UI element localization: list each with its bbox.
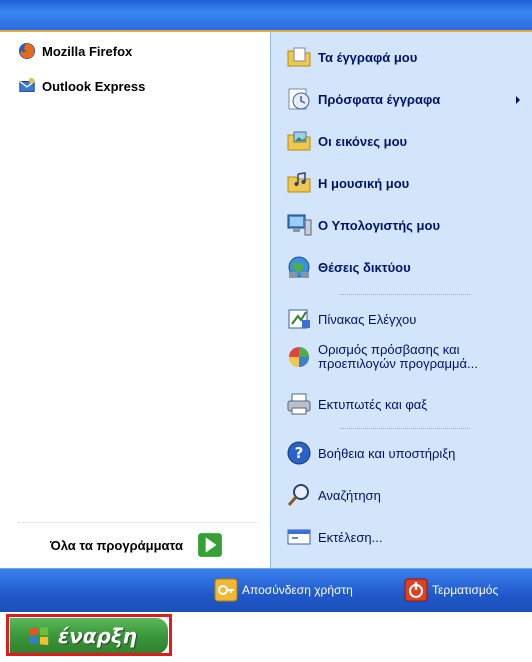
- left-panel: [0, 32, 270, 568]
- right-item-run[interactable]: Εκτέλεση...: [286, 524, 383, 550]
- network-places-icon: [288, 256, 310, 278]
- my-documents-icon: [287, 47, 311, 67]
- right-item-help-support[interactable]: ? Βοήθεια και υποστήριξη: [286, 440, 455, 466]
- program-access-icon: [289, 347, 309, 367]
- svg-text:?: ?: [295, 444, 304, 462]
- right-separator-2: [340, 428, 470, 429]
- right-item-my-music[interactable]: Η μουσική μου: [286, 170, 409, 196]
- submenu-arrow-icon: [516, 96, 520, 104]
- right-item-search[interactable]: Αναζήτηση: [286, 482, 381, 508]
- my-music-icon: [287, 172, 311, 193]
- log-off-label: Αποσύνδεση χρήστη: [242, 583, 353, 597]
- run-icon: [287, 529, 311, 545]
- right-item-program-access[interactable]: Ορισμός πρόσβασης και προεπιλογών προγρα…: [286, 343, 508, 371]
- shut-down-label: Τερματισμός: [432, 583, 499, 597]
- pinned-item-label: Outlook Express: [42, 78, 146, 94]
- outlook-express-icon: [19, 77, 35, 92]
- right-item-label: Θέσεις δικτύου: [318, 259, 411, 275]
- log-off-icon: [214, 578, 238, 602]
- right-item-label: Αναζήτηση: [318, 487, 381, 503]
- right-item-recent-documents[interactable]: Πρόσφατα έγγραφα: [286, 86, 440, 112]
- control-panel-icon: [288, 309, 310, 329]
- right-item-label: Ορισμός πρόσβασης και προεπιλογών προγρα…: [318, 342, 478, 371]
- right-item-my-computer[interactable]: Ο Υπολογιστής μου: [286, 212, 440, 238]
- printer-icon: [287, 393, 311, 415]
- right-separator-1: [340, 294, 470, 295]
- right-item-printers-fax[interactable]: Εκτυπωτές και φαξ: [286, 391, 427, 417]
- pinned-item-firefox[interactable]: Mozilla Firefox: [18, 42, 132, 60]
- recent-documents-icon: [288, 88, 310, 110]
- right-item-label: Εκτυπωτές και φαξ: [318, 396, 428, 412]
- start-button-highlight: [6, 614, 172, 656]
- my-pictures-icon: [287, 131, 311, 151]
- all-programs-label: Όλα τα προγράμματα: [50, 537, 183, 553]
- left-separator: [18, 522, 258, 523]
- right-item-label: Η μουσική μου: [318, 175, 410, 191]
- right-item-my-pictures[interactable]: Οι εικόνες μου: [286, 128, 407, 154]
- right-item-my-documents[interactable]: Τα έγγραφά μου: [286, 44, 417, 70]
- pinned-item-label: Mozilla Firefox: [42, 43, 133, 59]
- right-item-network-places[interactable]: Θέσεις δικτύου: [286, 254, 411, 280]
- right-item-control-panel[interactable]: Πίνακας Ελέγχου: [286, 306, 416, 332]
- my-computer-icon: [287, 214, 312, 236]
- power-icon: [404, 578, 428, 602]
- right-item-label: Ο Υπολογιστής μου: [318, 217, 441, 233]
- right-item-label: Βοήθεια και υποστήριξη: [318, 445, 456, 461]
- help-icon: ?: [287, 441, 311, 465]
- pinned-item-outlook-express[interactable]: Outlook Express: [18, 77, 145, 95]
- right-item-label: Πίνακας Ελέγχου: [318, 311, 417, 327]
- right-item-label: Τα έγγραφά μου: [318, 49, 418, 65]
- firefox-icon: [18, 42, 36, 60]
- log-off-button[interactable]: Αποσύνδεση χρήστη: [214, 578, 353, 602]
- green-arrow-icon: [198, 533, 222, 557]
- right-item-label: Εκτέλεση...: [318, 529, 383, 545]
- all-programs-button[interactable]: Όλα τα προγράμματα: [50, 532, 223, 558]
- search-icon: [287, 484, 309, 506]
- right-item-label: Πρόσφατα έγγραφα: [318, 91, 441, 107]
- right-item-label: Οι εικόνες μου: [318, 133, 408, 149]
- start-menu-header: [0, 0, 532, 32]
- shut-down-button[interactable]: Τερματισμός: [404, 578, 498, 602]
